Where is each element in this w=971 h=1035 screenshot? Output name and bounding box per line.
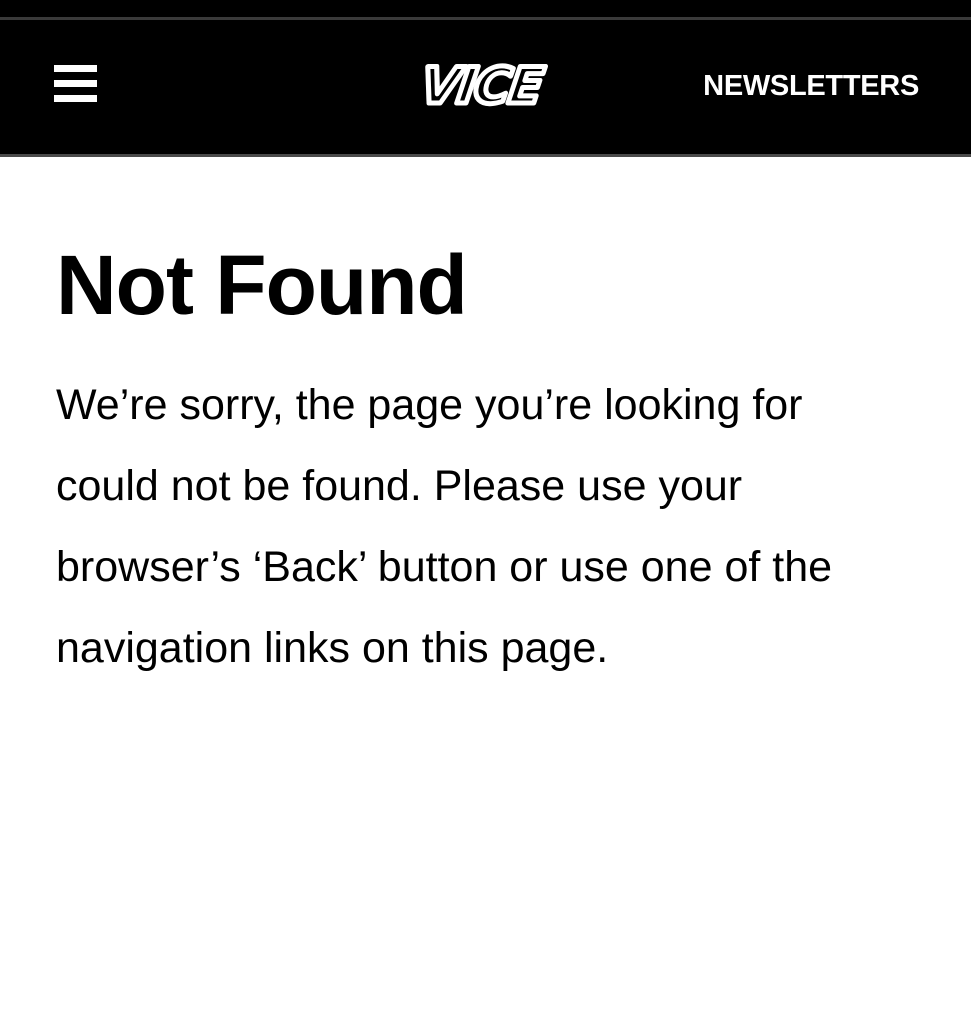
- hamburger-menu-icon: [54, 65, 97, 102]
- main-content: Not Found We’re sorry, the page you’re l…: [56, 157, 916, 753]
- not-found-message: We’re sorry, the page you’re looking for…: [56, 381, 833, 672]
- site-header: VICE NEWSLETTERS: [0, 20, 971, 154]
- top-strip: [0, 0, 971, 18]
- page-title: Not Found: [56, 238, 468, 332]
- menu-button[interactable]: [46, 62, 106, 112]
- svg-text:VICE: VICE: [417, 56, 547, 115]
- vice-logo-image: VICE: [415, 54, 550, 118]
- vice-logo[interactable]: VICE: [380, 53, 592, 121]
- newsletters-link[interactable]: NEWSLETTERS: [703, 68, 919, 104]
